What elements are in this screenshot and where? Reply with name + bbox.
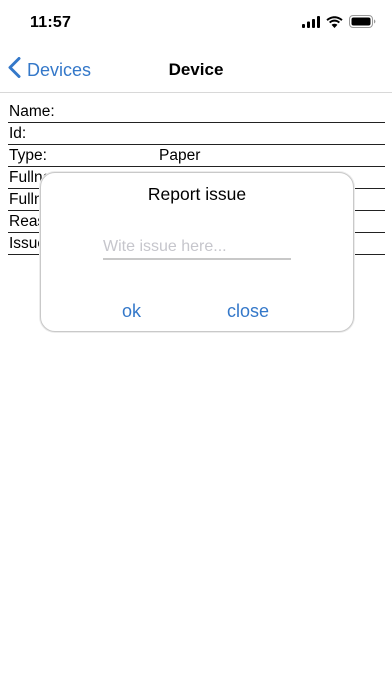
detail-row-id: Id: [8, 124, 385, 145]
dialog-title: Report issue [147, 184, 247, 204]
detail-label: Type: [9, 147, 47, 164]
detail-label: Id: [9, 125, 27, 142]
battery-icon [349, 15, 376, 28]
detail-label: Name: [9, 103, 55, 120]
page-title: Device [168, 60, 224, 79]
status-icons [302, 15, 376, 28]
status-bar: 11:57 [0, 0, 392, 48]
ok-button[interactable]: ok [122, 301, 141, 322]
detail-row-type: Type: Paper [8, 146, 385, 167]
issue-input[interactable] [103, 236, 291, 260]
navigation-bar: Devices Device [0, 48, 392, 93]
detail-value: Paper [159, 147, 201, 164]
status-time: 11:57 [30, 14, 72, 31]
close-button[interactable]: close [227, 301, 269, 322]
signal-icon [302, 15, 320, 28]
wifi-icon [326, 15, 343, 28]
report-issue-dialog: Report issue ok close [40, 172, 354, 332]
detail-row-name: Name: [8, 102, 385, 123]
